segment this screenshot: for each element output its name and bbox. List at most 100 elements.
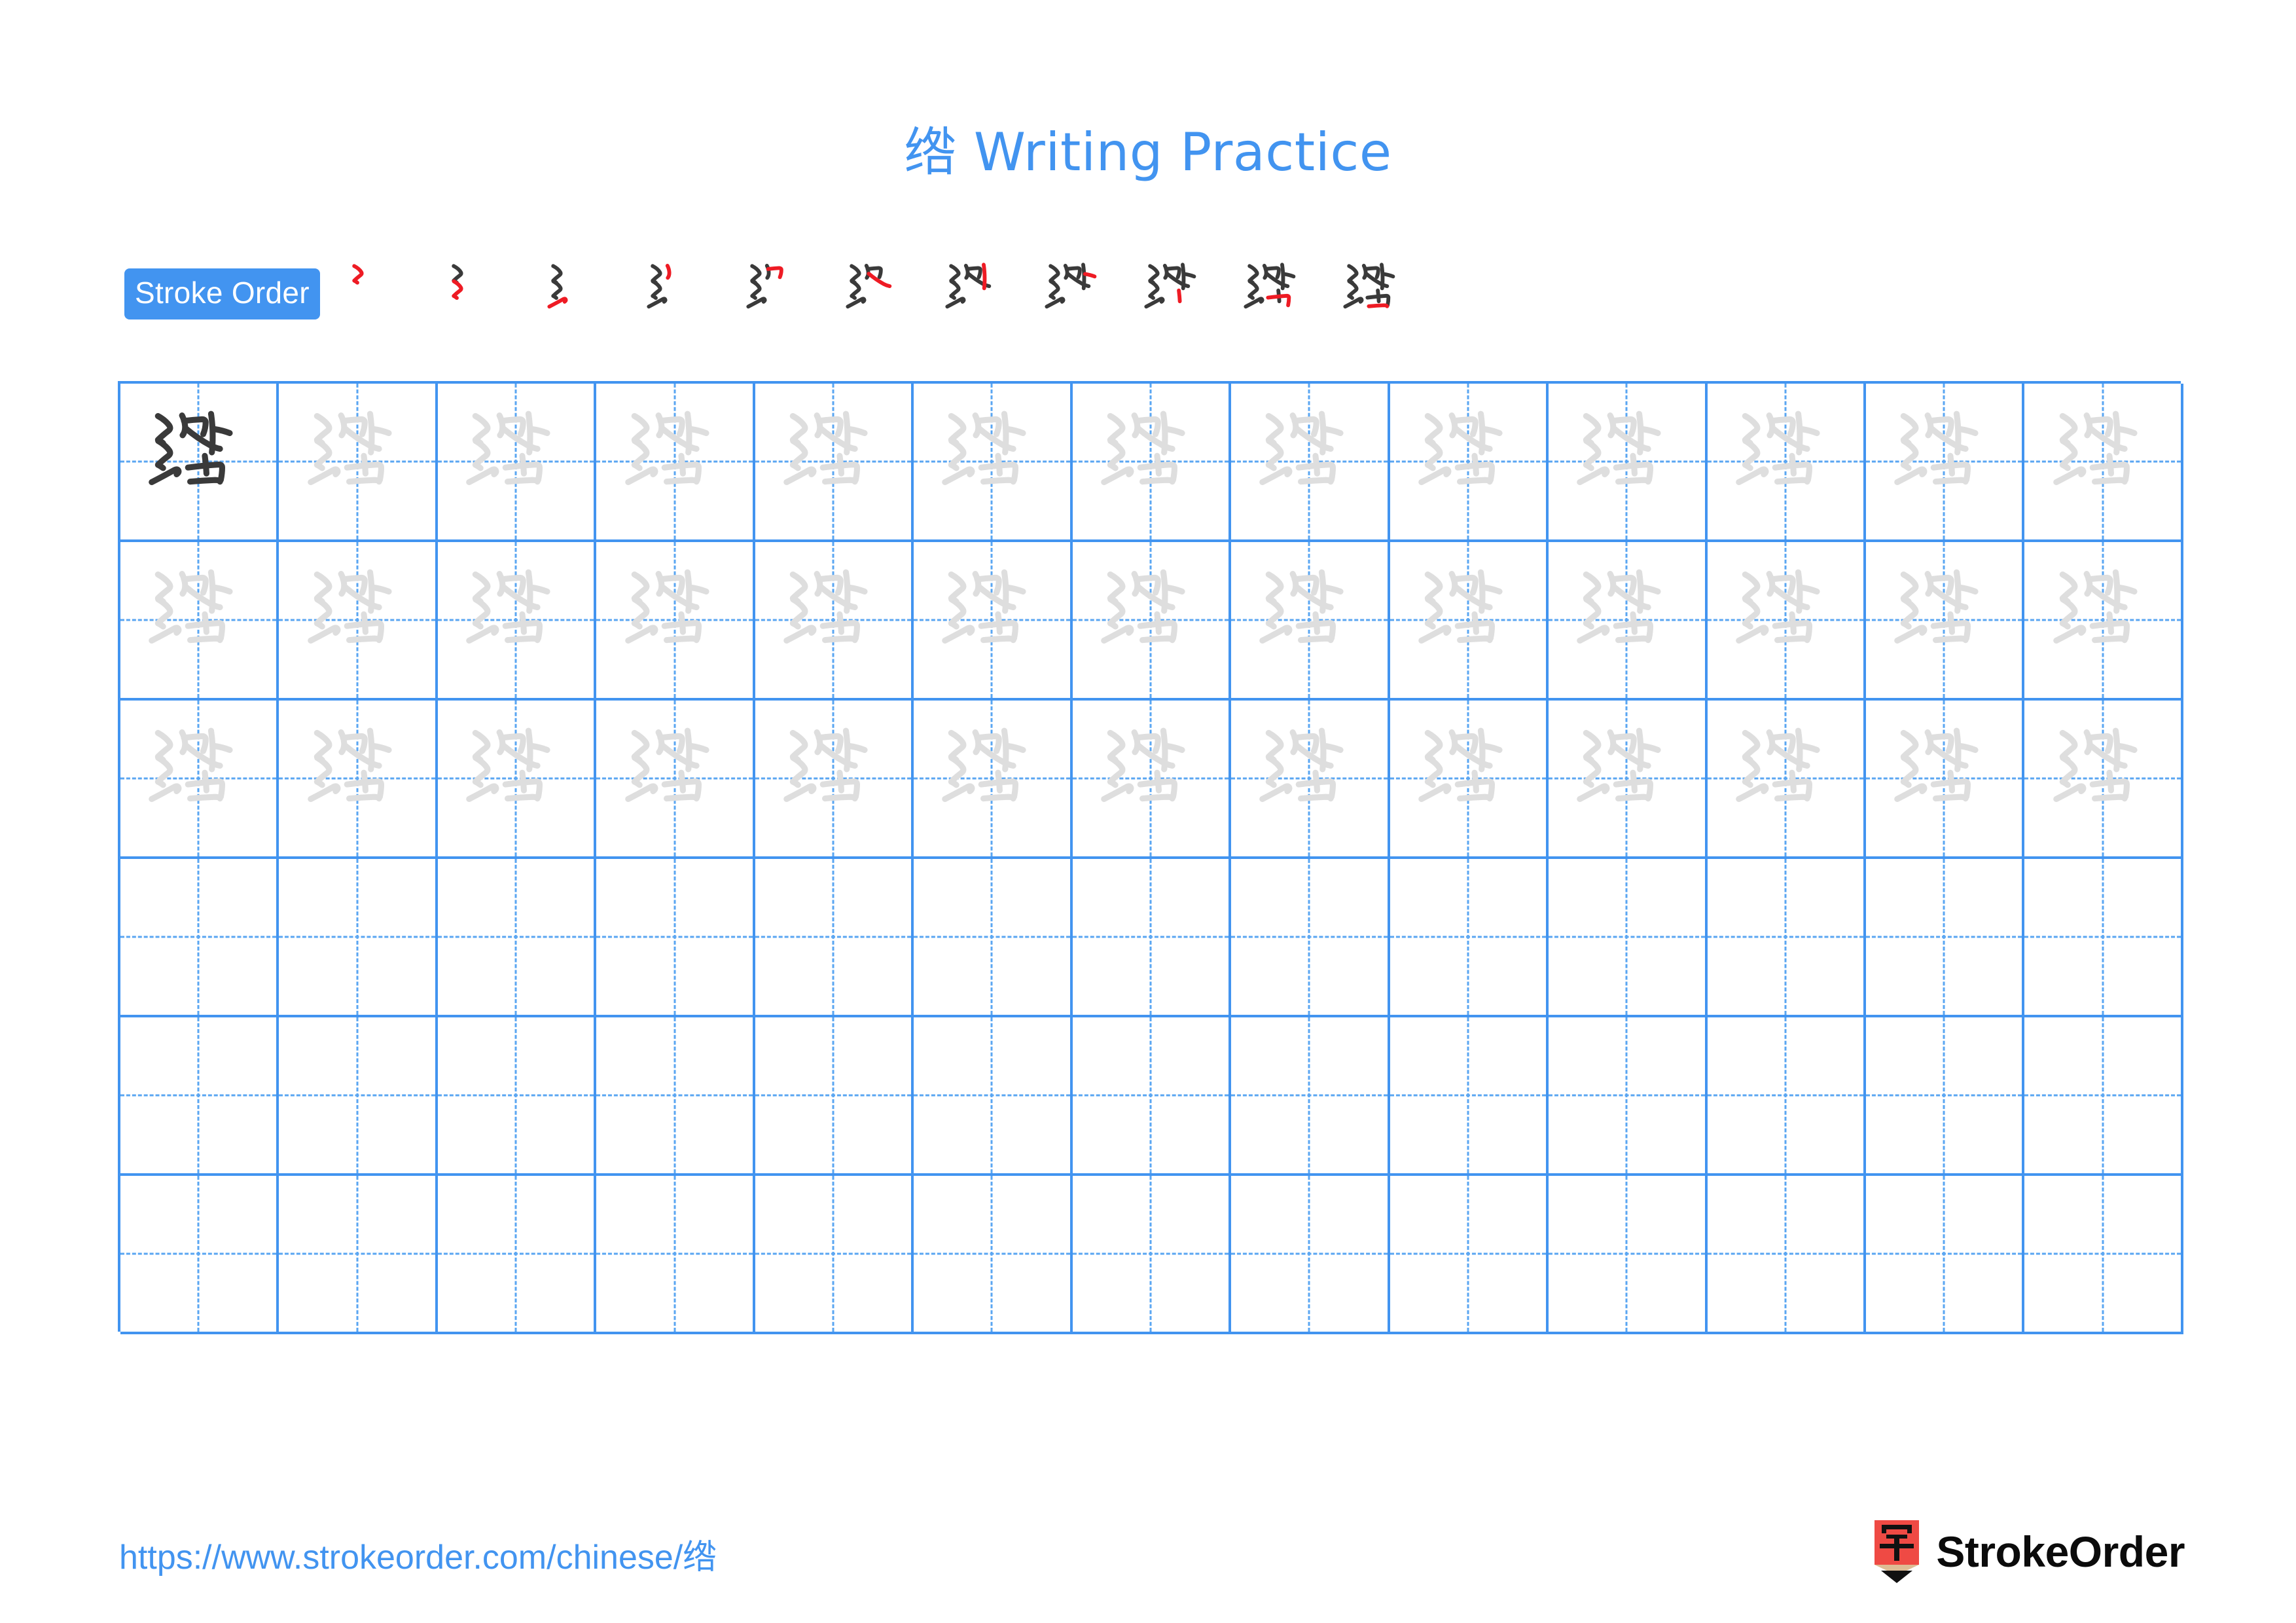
- practice-cell-trace[interactable]: [596, 701, 755, 859]
- trace-character: [1073, 384, 1229, 539]
- trace-character: [1390, 542, 1546, 698]
- practice-cell-empty[interactable]: [120, 1176, 279, 1334]
- practice-cell-trace[interactable]: [1072, 701, 1232, 859]
- footer-url[interactable]: https://www.strokeorder.com/chinese/绺: [119, 1529, 717, 1578]
- practice-cell-trace[interactable]: [596, 384, 755, 542]
- practice-cell-empty[interactable]: [755, 1017, 914, 1176]
- practice-cell-trace[interactable]: [1390, 701, 1549, 859]
- practice-cell-trace[interactable]: [279, 542, 438, 701]
- pencil-logo-icon: [1874, 1520, 1920, 1583]
- practice-cell-empty[interactable]: [1072, 859, 1232, 1017]
- practice-cell-empty[interactable]: [1549, 1017, 1708, 1176]
- practice-cell-trace[interactable]: [755, 384, 914, 542]
- practice-cell-empty[interactable]: [2024, 1176, 2183, 1334]
- practice-cell-empty[interactable]: [1549, 1176, 1708, 1334]
- practice-cell-empty[interactable]: [2024, 859, 2183, 1017]
- practice-cell-trace[interactable]: [2024, 542, 2183, 701]
- practice-cell-empty[interactable]: [596, 1017, 755, 1176]
- practice-cell-empty[interactable]: [596, 1176, 755, 1334]
- practice-cell-empty[interactable]: [1390, 859, 1549, 1017]
- practice-cell-empty[interactable]: [755, 1176, 914, 1334]
- practice-cell-empty[interactable]: [1707, 1176, 1866, 1334]
- trace-character: [914, 701, 1069, 856]
- practice-cell-trace[interactable]: [1707, 542, 1866, 701]
- practice-cell-trace[interactable]: [914, 542, 1073, 701]
- practice-cell-trace[interactable]: [120, 542, 279, 701]
- trace-character: [1073, 542, 1229, 698]
- practice-cell-trace[interactable]: [1549, 701, 1708, 859]
- practice-cell-empty[interactable]: [279, 1176, 438, 1334]
- practice-cell-model[interactable]: [120, 384, 279, 542]
- practice-cell-empty[interactable]: [2024, 1017, 2183, 1176]
- trace-character: [120, 542, 276, 698]
- practice-cell-trace[interactable]: [1231, 701, 1390, 859]
- stroke-order-step-5: [727, 251, 827, 337]
- practice-cell-trace[interactable]: [437, 542, 597, 701]
- practice-cell-empty[interactable]: [1072, 1017, 1232, 1176]
- practice-cell-trace[interactable]: [437, 384, 597, 542]
- practice-cell-empty[interactable]: [1707, 859, 1866, 1017]
- practice-cell-trace[interactable]: [596, 542, 755, 701]
- trace-character: [1866, 384, 2022, 539]
- practice-cell-trace[interactable]: [1549, 542, 1708, 701]
- practice-cell-trace[interactable]: [914, 384, 1073, 542]
- practice-cell-trace[interactable]: [755, 701, 914, 859]
- practice-cell-empty[interactable]: [437, 1176, 597, 1334]
- practice-cell-empty[interactable]: [279, 1017, 438, 1176]
- practice-cell-trace[interactable]: [1707, 384, 1866, 542]
- trace-character: [438, 701, 594, 856]
- practice-cell-empty[interactable]: [1390, 1017, 1549, 1176]
- practice-cell-trace[interactable]: [2024, 384, 2183, 542]
- practice-cell-empty[interactable]: [1231, 859, 1390, 1017]
- trace-character: [1073, 701, 1229, 856]
- practice-cell-trace[interactable]: [279, 384, 438, 542]
- trace-character: [914, 384, 1069, 539]
- practice-cell-trace[interactable]: [1707, 701, 1866, 859]
- practice-cell-trace[interactable]: [1072, 384, 1232, 542]
- practice-cell-empty[interactable]: [120, 1017, 279, 1176]
- practice-cell-trace[interactable]: [755, 542, 914, 701]
- practice-cell-trace[interactable]: [1231, 542, 1390, 701]
- practice-cell-trace[interactable]: [1231, 384, 1390, 542]
- practice-cell-trace[interactable]: [279, 701, 438, 859]
- practice-cell-trace[interactable]: [1390, 542, 1549, 701]
- practice-cell-trace[interactable]: [1072, 542, 1232, 701]
- practice-cell-trace[interactable]: [1865, 542, 2025, 701]
- practice-cell-trace[interactable]: [1549, 384, 1708, 542]
- trace-character: [279, 701, 435, 856]
- practice-cell-trace[interactable]: [2024, 701, 2183, 859]
- practice-cell-empty[interactable]: [914, 859, 1073, 1017]
- practice-cell-empty[interactable]: [437, 1017, 597, 1176]
- practice-cell-empty[interactable]: [1390, 1176, 1549, 1334]
- practice-cell-empty[interactable]: [1231, 1176, 1390, 1334]
- practice-cell-empty[interactable]: [1865, 1017, 2025, 1176]
- model-character: [120, 384, 276, 539]
- practice-cell-empty[interactable]: [1549, 859, 1708, 1017]
- practice-cell-trace[interactable]: [1865, 701, 2025, 859]
- practice-cell-trace[interactable]: [1865, 384, 2025, 542]
- practice-cell-empty[interactable]: [120, 859, 279, 1017]
- practice-cell-trace[interactable]: [437, 701, 597, 859]
- practice-cell-trace[interactable]: [1390, 384, 1549, 542]
- trace-character: [1231, 384, 1387, 539]
- practice-cell-empty[interactable]: [1072, 1176, 1232, 1334]
- trace-character: [1708, 384, 1863, 539]
- practice-cell-empty[interactable]: [1865, 1176, 2025, 1334]
- practice-cell-trace[interactable]: [120, 701, 279, 859]
- trace-character: [279, 384, 435, 539]
- practice-cell-empty[interactable]: [437, 859, 597, 1017]
- footer-brand[interactable]: StrokeOrder: [1872, 1512, 2185, 1591]
- practice-cell-empty[interactable]: [1707, 1017, 1866, 1176]
- grid-row: [120, 542, 2183, 701]
- practice-cell-empty[interactable]: [1865, 859, 2025, 1017]
- practice-cell-empty[interactable]: [914, 1017, 1073, 1176]
- practice-cell-empty[interactable]: [1231, 1017, 1390, 1176]
- practice-cell-empty[interactable]: [755, 859, 914, 1017]
- practice-cell-empty[interactable]: [596, 859, 755, 1017]
- stroke-order-step-7: [926, 251, 1026, 337]
- trace-character: [1390, 701, 1546, 856]
- practice-cell-trace[interactable]: [914, 701, 1073, 859]
- practice-cell-empty[interactable]: [914, 1176, 1073, 1334]
- practice-cell-empty[interactable]: [279, 859, 438, 1017]
- trace-character: [596, 384, 752, 539]
